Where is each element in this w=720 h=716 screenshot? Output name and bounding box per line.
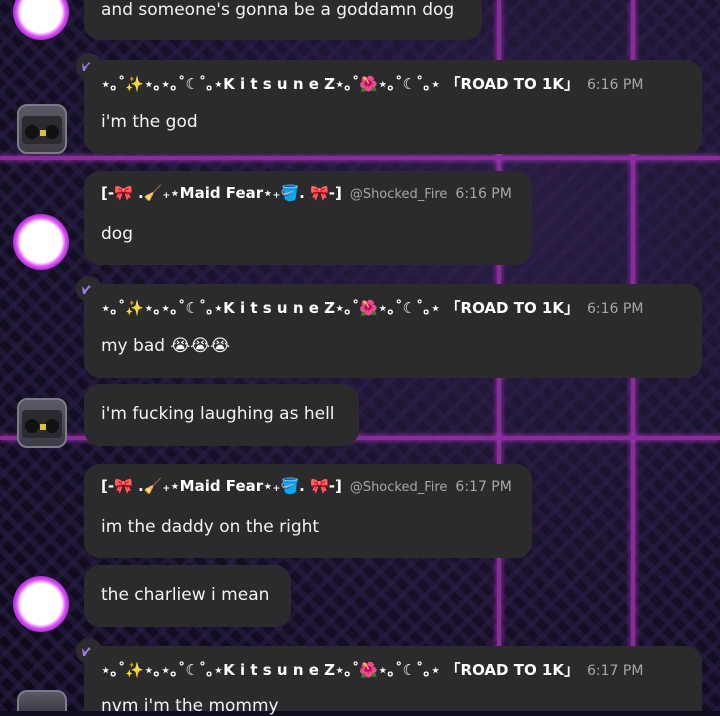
boombox-avatar[interactable]	[17, 398, 67, 448]
grid-line-horizontal	[0, 156, 720, 160]
boombox-avatar[interactable]	[17, 104, 67, 154]
message-bubble[interactable]: ⋆｡˚✨⋆｡⋆｡˚☾˚｡⋆K i t s u n e Z⋆｡˚🌺⋆｡˚☾˚｡⋆ …	[84, 284, 702, 378]
message-text: i'm the god	[101, 112, 198, 132]
message-text: my bad 😭😭😭	[101, 336, 231, 356]
message-text: im the daddy on the right	[101, 517, 320, 537]
timestamp: 6:16 PM	[455, 186, 512, 202]
author-name[interactable]: ⋆｡˚✨⋆｡⋆｡˚☾˚｡⋆K i t s u n e Z⋆｡˚🌺⋆｡˚☾˚｡⋆ …	[101, 659, 579, 680]
timestamp: 6:17 PM	[586, 663, 644, 679]
maid-avatar[interactable]	[13, 576, 69, 632]
timestamp: 6:17 PM	[455, 479, 512, 495]
timestamp: 6:16 PM	[586, 77, 644, 93]
author-handle: @Shocked_Fire	[349, 480, 448, 495]
author-name[interactable]: [-🎀 .🧹₊⋆Maid Fear⋆₊🪣. 🎀-]	[101, 477, 342, 495]
author-name[interactable]: ⋆｡˚✨⋆｡⋆｡˚☾˚｡⋆K i t s u n e Z⋆｡˚🌺⋆｡˚☾˚｡⋆ …	[101, 73, 579, 94]
message-header: ⋆｡˚✨⋆｡⋆｡˚☾˚｡⋆K i t s u n e Z⋆｡˚🌺⋆｡˚☾˚｡⋆ …	[101, 297, 643, 318]
message-text: and someone's gonna be a goddamn dog	[101, 0, 455, 20]
author-name[interactable]: [-🎀 .🧹₊⋆Maid Fear⋆₊🪣. 🎀-]	[101, 184, 342, 202]
message-bubble[interactable]: the charliew i mean	[84, 565, 291, 627]
timestamp: 6:16 PM	[586, 301, 644, 317]
message-bubble[interactable]: i'm fucking laughing as hell	[84, 384, 359, 446]
message-header: [-🎀 .🧹₊⋆Maid Fear⋆₊🪣. 🎀-] @Shocked_Fire …	[101, 477, 512, 495]
author-name[interactable]: ⋆｡˚✨⋆｡⋆｡˚☾˚｡⋆K i t s u n e Z⋆｡˚🌺⋆｡˚☾˚｡⋆ …	[101, 297, 579, 318]
boombox-avatar[interactable]	[17, 690, 67, 711]
message-bubble[interactable]: ⋆｡˚✨⋆｡⋆｡˚☾˚｡⋆K i t s u n e Z⋆｡˚🌺⋆｡˚☾˚｡⋆ …	[84, 60, 702, 154]
maid-avatar[interactable]	[13, 214, 69, 270]
message-bubble[interactable]: and someone's gonna be a goddamn dog	[84, 0, 482, 40]
message-text: the charliew i mean	[101, 585, 270, 605]
message-text: i'm fucking laughing as hell	[101, 404, 335, 424]
message-header: ⋆｡˚✨⋆｡⋆｡˚☾˚｡⋆K i t s u n e Z⋆｡˚🌺⋆｡˚☾˚｡⋆ …	[101, 73, 643, 94]
message-bubble[interactable]: [-🎀 .🧹₊⋆Maid Fear⋆₊🪣. 🎀-] @Shocked_Fire …	[84, 171, 532, 265]
message-header: [-🎀 .🧹₊⋆Maid Fear⋆₊🪣. 🎀-] @Shocked_Fire …	[101, 184, 512, 202]
message-bubble[interactable]: ⋆｡˚✨⋆｡⋆｡˚☾˚｡⋆K i t s u n e Z⋆｡˚🌺⋆｡˚☾˚｡⋆ …	[84, 646, 702, 716]
message-text: dog	[101, 224, 133, 244]
message-text: nvm i'm the mommy	[101, 696, 279, 716]
author-handle: @Shocked_Fire	[349, 187, 448, 202]
message-header: ⋆｡˚✨⋆｡⋆｡˚☾˚｡⋆K i t s u n e Z⋆｡˚🌺⋆｡˚☾˚｡⋆ …	[101, 659, 643, 680]
message-bubble[interactable]: [-🎀 .🧹₊⋆Maid Fear⋆₊🪣. 🎀-] @Shocked_Fire …	[84, 464, 532, 558]
